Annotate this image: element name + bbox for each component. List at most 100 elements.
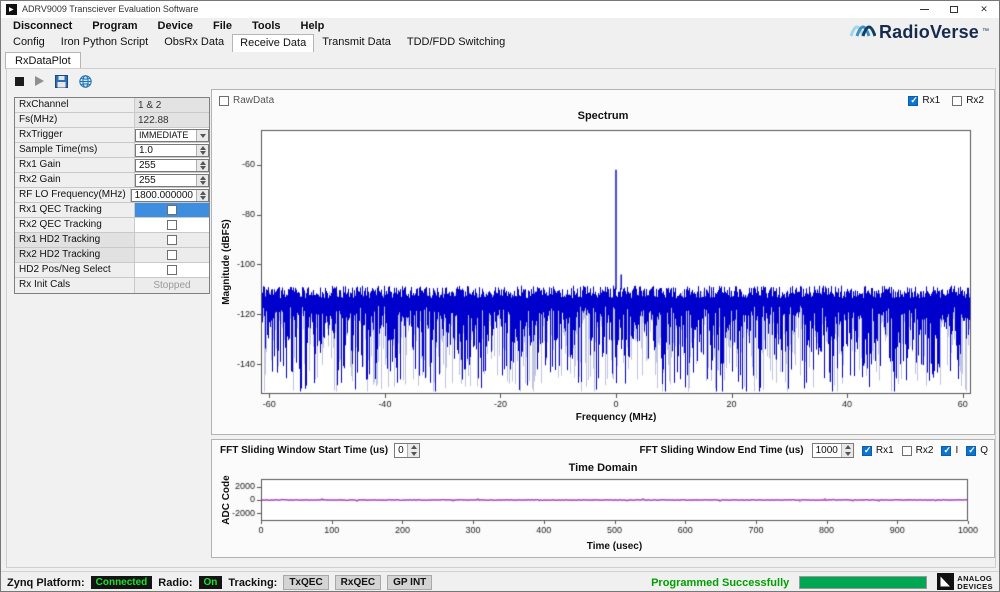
- zynq-status-badge: Connected: [90, 576, 153, 589]
- spectrum-y-axis-label: Magnitude (dBFS): [221, 219, 232, 305]
- radioverse-logo: RadioVerse ™: [849, 16, 989, 43]
- fft-start-group: FFT Sliding Window Start Time (us) 0: [220, 443, 420, 458]
- rx1-qec-checkbox[interactable]: [167, 205, 177, 215]
- rxtrigger-dropdown[interactable]: IMMEDIATE: [135, 128, 209, 142]
- fft-end-label: FFT Sliding Window End Time (us): [639, 445, 804, 456]
- time-rx1-checkbox-box[interactable]: [861, 445, 872, 456]
- rx2-display-checkbox[interactable]: Rx2: [952, 95, 984, 106]
- rx1-display-checkbox-box[interactable]: [908, 95, 919, 106]
- prop-row-rx1-qec-tracking: Rx1 QEC Tracking: [15, 203, 209, 218]
- prop-row-rx2-qec-tracking: Rx2 QEC Tracking: [15, 218, 209, 233]
- rxqec-badge: RxQEC: [334, 575, 382, 590]
- prop-row-rx2-hd2-tracking: Rx2 HD2 Tracking: [15, 248, 209, 263]
- spectrum-x-axis-label: Frequency (MHz): [575, 412, 657, 423]
- status-bar: Zynq Platform: Connected Radio: On Track…: [1, 571, 999, 592]
- prop-row-sample-time: Sample Time(ms) 1.0: [15, 143, 209, 158]
- rawdata-checkbox-box[interactable]: [219, 95, 229, 106]
- rx2-gain-spinner[interactable]: 255: [135, 173, 209, 187]
- sample-time-spinner[interactable]: 1.0: [135, 143, 209, 157]
- chevron-down-icon[interactable]: [196, 129, 208, 141]
- time-domain-chart[interactable]: [213, 476, 995, 540]
- tab-rxdataplot[interactable]: RxDataPlot: [5, 52, 81, 69]
- tab-iron-python-script[interactable]: Iron Python Script: [53, 33, 156, 52]
- menu-tools[interactable]: Tools: [242, 19, 291, 33]
- time-domain-panel: FFT Sliding Window Start Time (us) 0 FFT…: [211, 439, 995, 558]
- rx2-hd2-cell[interactable]: [135, 248, 209, 262]
- time-rx2-checkbox[interactable]: Rx2: [901, 445, 933, 456]
- menu-help[interactable]: Help: [291, 19, 335, 33]
- menu-disconnect[interactable]: Disconnect: [3, 19, 82, 33]
- spectrum-chart-title: Spectrum: [577, 110, 629, 122]
- rawdata-checkbox[interactable]: RawData: [219, 95, 274, 106]
- menu-device[interactable]: Device: [148, 19, 203, 33]
- spinner-arrows[interactable]: [196, 159, 208, 171]
- stop-button[interactable]: [15, 76, 24, 86]
- network-globe-button[interactable]: [79, 74, 92, 88]
- channel-select-group: Rx1 Rx2: [908, 95, 984, 106]
- save-button[interactable]: [55, 74, 68, 88]
- tab-receive-data[interactable]: Receive Data: [232, 34, 315, 52]
- prop-row-rx1-gain: Rx1 Gain 255: [15, 158, 209, 173]
- rx2-qec-checkbox[interactable]: [167, 220, 177, 230]
- progress-bar-fill: [800, 577, 927, 588]
- tab-tdd-fdd-switching[interactable]: TDD/FDD Switching: [399, 33, 513, 52]
- hd2-posneg-checkbox[interactable]: [167, 265, 177, 275]
- tab-obsrx-data[interactable]: ObsRx Data: [156, 33, 232, 52]
- rx1-hd2-cell[interactable]: [135, 233, 209, 247]
- rx1-qec-cell[interactable]: [135, 203, 209, 217]
- sub-tab-bar: RxDataPlot: [5, 52, 81, 69]
- time-q-checkbox-box[interactable]: [966, 445, 977, 456]
- rx1-display-checkbox[interactable]: Rx1: [908, 95, 940, 106]
- play-button[interactable]: [35, 76, 44, 86]
- spinner-arrows[interactable]: [406, 444, 419, 457]
- prop-row-hd2-pos-neg: HD2 Pos/Neg Select: [15, 263, 209, 278]
- rx2-qec-cell[interactable]: [135, 218, 209, 232]
- tracking-label: Tracking:: [228, 576, 278, 589]
- app-window: ADRV9009 Transciever Evaluation Software…: [0, 0, 1000, 592]
- fft-end-group: FFT Sliding Window End Time (us) 1000 Rx…: [639, 443, 988, 458]
- rx2-hd2-checkbox[interactable]: [167, 250, 177, 260]
- time-i-checkbox-box[interactable]: [941, 445, 952, 456]
- plot-toolbar: [15, 73, 92, 89]
- progress-bar: [799, 576, 928, 589]
- zynq-platform-label: Zynq Platform:: [7, 576, 85, 589]
- spectrum-panel: RawData Rx1 Rx2 Spectrum Magnitude (dBFS…: [211, 89, 995, 435]
- rx1-hd2-checkbox[interactable]: [167, 235, 177, 245]
- time-domain-chart-title: Time Domain: [568, 462, 638, 474]
- fft-start-spinner[interactable]: 0: [394, 443, 420, 458]
- prop-row-rf-lo-frequency: RF LO Frequency(MHz) 1800.000000: [15, 188, 209, 203]
- rf-lo-frequency-spinner[interactable]: 1800.000000: [130, 188, 209, 202]
- spinner-arrows[interactable]: [840, 444, 853, 457]
- rx-init-cals-button[interactable]: Stopped: [135, 278, 209, 293]
- tab-transmit-data[interactable]: Transmit Data: [314, 33, 399, 52]
- prop-row-rxtrigger: RxTrigger IMMEDIATE: [15, 128, 209, 143]
- time-x-axis-label: Time (usec): [586, 541, 643, 552]
- time-rx2-checkbox-box[interactable]: [901, 445, 912, 456]
- prop-row-rxchannel: RxChannel 1 & 2: [15, 98, 209, 113]
- time-rx1-checkbox[interactable]: Rx1: [861, 445, 894, 456]
- rx1-gain-spinner[interactable]: 255: [135, 158, 209, 172]
- time-q-checkbox[interactable]: Q: [966, 445, 988, 456]
- time-y-axis-label: ADC Code: [221, 475, 232, 525]
- adi-wordmark: ANALOG DEVICES: [957, 573, 993, 591]
- hd2-posneg-cell[interactable]: [135, 263, 209, 277]
- rx2-display-checkbox-box[interactable]: [952, 95, 963, 106]
- rx-settings-grid: RxChannel 1 & 2 Fs(MHz) 122.88 RxTrigger…: [14, 97, 210, 294]
- status-right-group: Programmed Successfully ANALOG DEVICES: [651, 572, 993, 592]
- spinner-arrows[interactable]: [196, 189, 208, 201]
- txqec-badge: TxQEC: [283, 575, 329, 590]
- menu-program[interactable]: Program: [82, 19, 147, 33]
- fft-start-label: FFT Sliding Window Start Time (us): [220, 445, 389, 456]
- spinner-arrows[interactable]: [196, 174, 208, 186]
- fft-end-spinner[interactable]: 1000: [811, 443, 854, 458]
- tab-config[interactable]: Config: [5, 33, 53, 52]
- time-i-checkbox[interactable]: I: [941, 445, 958, 456]
- radio-status-badge: On: [198, 576, 223, 589]
- prop-row-rx-init-cals: Rx Init Cals Stopped: [15, 278, 209, 293]
- spectrum-chart[interactable]: [213, 124, 995, 424]
- radioverse-tm: ™: [982, 28, 989, 35]
- analog-devices-logo: ANALOG DEVICES: [937, 572, 993, 592]
- spinner-arrows[interactable]: [196, 144, 208, 156]
- adi-triangle-icon: [937, 572, 955, 592]
- menu-file[interactable]: File: [203, 19, 242, 33]
